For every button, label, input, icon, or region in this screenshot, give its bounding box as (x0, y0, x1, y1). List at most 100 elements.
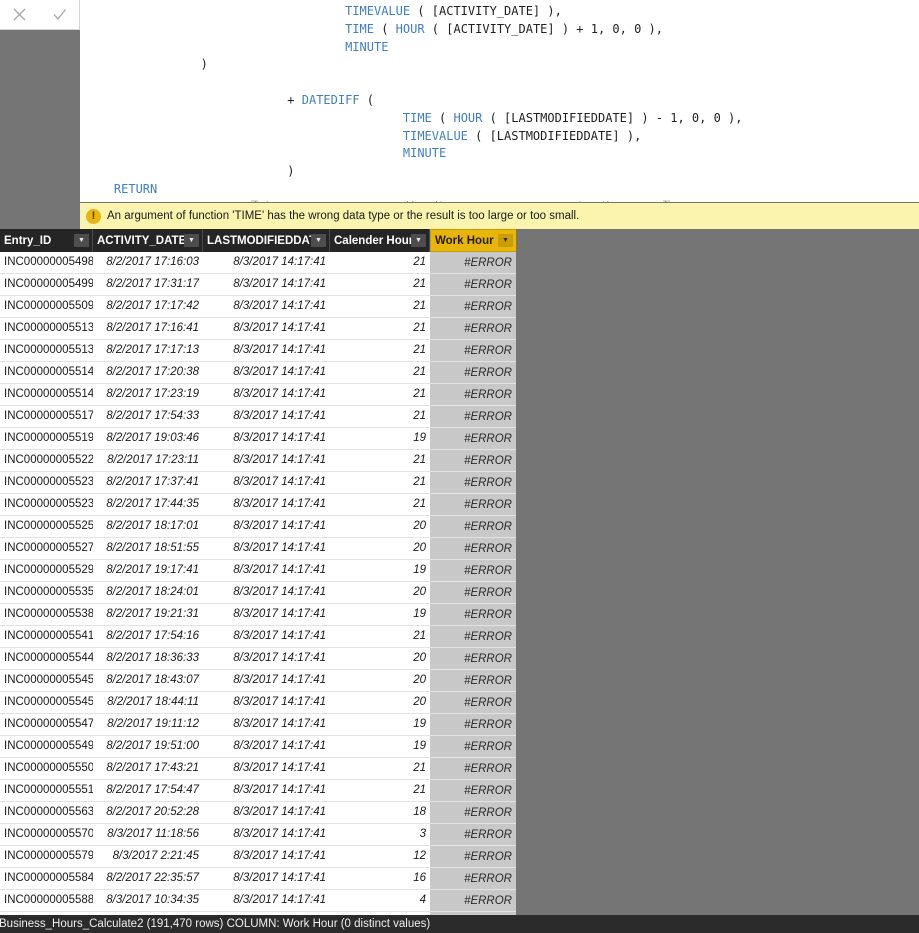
table-cell: 21 (413, 278, 426, 290)
table-cell: INC000000055195 (4, 432, 93, 444)
chevron-down-icon[interactable]: ▼ (184, 234, 199, 247)
table-row[interactable]: INC000000055170 8/2/2017 17:54:33 8/3/2017… (0, 406, 516, 428)
table-row[interactable]: INC000000055225 8/2/2017 17:23:11 8/3/2017… (0, 450, 516, 472)
formula-bar-actions (0, 0, 80, 30)
table-cell: #ERROR (430, 494, 516, 515)
chevron-down-icon[interactable]: ▼ (411, 234, 426, 247)
table-cell: #ERROR (430, 450, 516, 471)
table-cell: 8/3/2017 14:17:41 (233, 740, 326, 752)
table-cell: #ERROR (430, 670, 516, 691)
table-cell: #ERROR (430, 824, 516, 845)
column-header-entry-id[interactable]: Entry_ID ▼ (0, 229, 93, 252)
table-cell: 8/2/2017 18:51:55 (106, 542, 199, 554)
table-row[interactable]: INC000000055445 8/2/2017 18:36:33 8/3/2017… (0, 648, 516, 670)
table-cell: 8/3/2017 14:17:41 (233, 784, 326, 796)
table-cell: #ERROR (430, 890, 516, 911)
table-cell: INC000000055445 (4, 652, 93, 664)
status-bar-text: Business_Hours_Calculate2 (191,470 rows)… (0, 918, 431, 930)
table-cell: 8/3/2017 14:17:41 (233, 718, 326, 730)
table-row[interactable]: INC000000054990 8/2/2017 17:31:17 8/3/2017… (0, 274, 516, 296)
table-cell: 8/3/2017 14:17:41 (233, 894, 326, 906)
table-row[interactable]: INC000000055136 8/2/2017 17:16:41 8/3/2017… (0, 318, 516, 340)
column-header-work-hour[interactable]: Work Hour ▼ (430, 229, 516, 252)
chevron-down-icon[interactable]: ▼ (311, 234, 326, 247)
dax-formula-editor[interactable]: TIMEVALUE ( [ACTIVITY_DATE] ), TIME ( HO… (80, 0, 919, 202)
table-cell: 8/2/2017 17:54:16 (106, 630, 199, 642)
table-row[interactable]: INC000000055493 8/2/2017 19:51:00 8/3/2017… (0, 736, 516, 758)
table-row[interactable]: INC000000055274 8/2/2017 18:51:55 8/3/2017… (0, 538, 516, 560)
table-row[interactable]: INC000000055700 8/3/2017 11:18:56 8/3/2017… (0, 824, 516, 846)
code-token: ( (431, 110, 454, 125)
table-row[interactable]: INC000000055842 8/2/2017 22:35:57 8/3/2017… (0, 868, 516, 890)
table-row[interactable]: INC000000055384 8/2/2017 19:21:31 8/3/2017… (0, 604, 516, 626)
table-cell: 8/3/2017 14:17:41 (233, 476, 326, 488)
table-cell: 19 (413, 740, 426, 752)
code-token: hourcount (439, 200, 504, 202)
table-cell: 16 (413, 872, 426, 884)
code-token: ) (663, 199, 671, 202)
table-row[interactable]: INC000000055230 8/2/2017 17:37:41 8/3/2017… (0, 472, 516, 494)
table-row[interactable]: INC000000055476 8/2/2017 19:11:12 8/3/2017… (0, 714, 516, 736)
chevron-down-icon[interactable]: ▼ (498, 234, 513, 247)
table-cell: 21 (413, 762, 426, 774)
table-row[interactable]: INC000000055144 8/2/2017 17:20:38 8/3/2017… (0, 362, 516, 384)
table-cell: INC000000055493 (4, 740, 93, 752)
table-cell: 8/3/2017 14:17:41 (233, 410, 326, 422)
column-header-calender-hours[interactable]: Calender Hours▼ (330, 229, 430, 252)
table-row[interactable]: INC000000054980 8/2/2017 17:16:03 8/3/2017… (0, 252, 516, 274)
table-row[interactable]: INC000000055501 8/2/2017 17:43:21 8/3/2017… (0, 758, 516, 780)
table-row[interactable]: INC000000055298 8/2/2017 19:17:41 8/3/2017… (0, 560, 516, 582)
table-cell: 8/3/2017 14:17:41 (233, 762, 326, 774)
table-cell: 8/3/2017 14:17:41 (233, 828, 326, 840)
table-cell: 8/2/2017 18:43:07 (106, 674, 199, 686)
table-cell: 19 (413, 718, 426, 730)
table-row[interactable]: INC000000055233 8/2/2017 17:44:35 8/3/2017… (0, 494, 516, 516)
table-cell: INC000000055476 (4, 718, 93, 730)
table-cell: #ERROR (430, 406, 516, 427)
table-row[interactable]: INC000000055450 8/2/2017 18:43:07 8/3/2017… (0, 670, 516, 692)
cancel-edit-button[interactable] (3, 1, 37, 29)
table-row[interactable]: INC000000055411 8/2/2017 17:54:16 8/3/2017… (0, 626, 516, 648)
table-cell: 8/2/2017 17:54:47 (106, 784, 199, 796)
table-row[interactable]: INC000000055513 8/2/2017 17:54:47 8/3/2017… (0, 780, 516, 802)
table-row[interactable]: INC000000055195 8/2/2017 19:03:46 8/3/2017… (0, 428, 516, 450)
code-token: hourcount (266, 200, 331, 202)
table-row[interactable]: INC000000055355 8/2/2017 18:24:01 8/3/2017… (0, 582, 516, 604)
table-row[interactable]: INC000000055137 8/2/2017 17:17:13 8/3/2017… (0, 340, 516, 362)
table-row[interactable]: INC000000055092 8/2/2017 17:17:42 8/3/2017… (0, 296, 516, 318)
table-cell: #ERROR (430, 472, 516, 493)
formula-error-bar: ! An argument of function 'TIME' has the… (80, 203, 919, 229)
table-cell: 19 (413, 432, 426, 444)
table-cell: 12 (413, 850, 426, 862)
table-cell: 20 (413, 652, 426, 664)
code-token: ( (373, 21, 396, 36)
table-cell: INC000000055233 (4, 498, 93, 510)
table-cell: 8/3/2017 14:17:41 (233, 806, 326, 818)
table-row[interactable]: INC000000055638 8/2/2017 20:52:28 8/3/2017… (0, 802, 516, 824)
table-row[interactable]: INC000000055795 8/3/2017 2:21:45 8/3/2017 … (0, 846, 516, 868)
table-cell: INC000000055795 (4, 850, 93, 862)
table-cell: 8/2/2017 18:24:01 (106, 586, 199, 598)
column-header-lastmodifieddate[interactable]: LASTMODIFIEDDATE▼ (203, 229, 330, 252)
table-row[interactable]: INC000000055250 8/2/2017 18:17:01 8/3/2017… (0, 516, 516, 538)
table-row[interactable]: INC000000055147 8/2/2017 17:23:19 8/3/2017… (0, 384, 516, 406)
chevron-down-icon[interactable]: ▼ (74, 234, 89, 247)
table-cell: 8/3/2017 14:17:41 (233, 630, 326, 642)
table-cell: INC000000055384 (4, 608, 93, 620)
commit-edit-button[interactable] (42, 1, 76, 29)
table-cell: #ERROR (430, 802, 516, 823)
code-token: TIME (85, 110, 432, 125)
table-cell: 8/2/2017 17:17:13 (106, 344, 199, 356)
table-row[interactable]: INC000000055452 8/2/2017 18:44:11 8/3/2017… (0, 692, 516, 714)
status-bar: Business_Hours_Calculate2 (191,470 rows)… (0, 915, 919, 933)
table-cell: #ERROR (430, 428, 516, 449)
code-token: TIMEVALUE (85, 4, 411, 18)
column-header-activity-date[interactable]: ACTIVITY_DATE ▼ (93, 229, 203, 252)
table-cell: INC000000055501 (4, 762, 93, 774)
table-row[interactable]: INC000000055880 8/3/2017 10:34:35 8/3/2017… (0, 890, 516, 912)
code-token: ( [LASTMODIFIEDDATE] ), (467, 128, 642, 143)
column-header-label: Work Hour (435, 234, 494, 247)
table-cell: 21 (413, 630, 426, 642)
table-cell: 19 (413, 564, 426, 576)
table-cell: INC000000055250 (4, 520, 93, 532)
